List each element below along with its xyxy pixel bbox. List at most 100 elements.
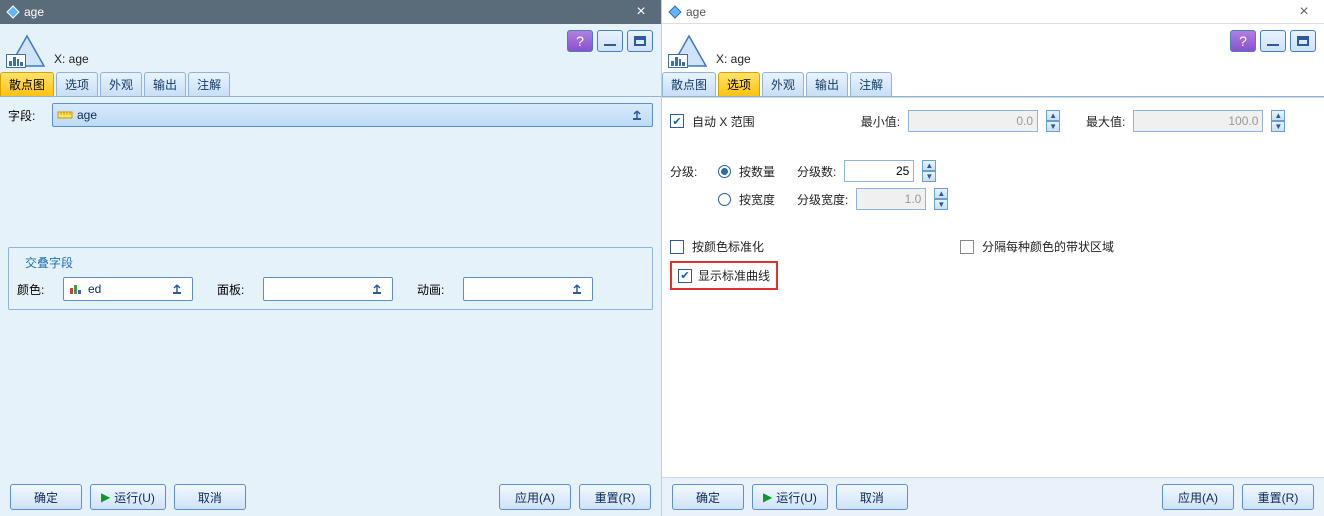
min-input[interactable]: 0.0 [908, 110, 1038, 132]
tab-options[interactable]: 选项 [718, 72, 760, 96]
histogram-icon [668, 54, 688, 68]
ruler-icon [57, 107, 73, 123]
node-icon [670, 34, 708, 68]
tab-appearance[interactable]: 外观 [762, 72, 804, 96]
spin-up-icon[interactable]: ▲ [1046, 110, 1060, 121]
ok-button[interactable]: 确定 [672, 484, 744, 510]
cancel-button[interactable]: 取消 [836, 484, 908, 510]
ok-button[interactable]: 确定 [10, 484, 82, 510]
reset-button[interactable]: 重置(R) [1242, 484, 1314, 510]
help-button[interactable]: ? [1230, 30, 1256, 52]
tab-output[interactable]: 输出 [144, 72, 186, 96]
maximize-button[interactable] [627, 30, 653, 52]
spin-up-icon[interactable]: ▲ [1271, 110, 1285, 121]
tab-body: 字段: age 交叠字段 颜色: ed [0, 97, 661, 478]
tabs: 散点图 选项 外观 输出 注解 [0, 72, 661, 97]
auto-x-range-checkbox[interactable] [670, 114, 684, 128]
titlebar: age × [662, 0, 1324, 24]
play-icon: ▶ [763, 490, 772, 504]
highlight-box: 显示标准曲线 [670, 261, 778, 290]
panel-select[interactable] [263, 277, 393, 301]
run-button[interactable]: ▶运行(U) [752, 484, 828, 510]
max-input[interactable]: 100.0 [1133, 110, 1263, 132]
bars-icon [68, 281, 84, 297]
minimize-button[interactable] [597, 30, 623, 52]
by-count-label: 按数量 [739, 163, 775, 180]
footer: 确定 ▶运行(U) 取消 应用(A) 重置(R) [662, 477, 1324, 516]
tab-annotation[interactable]: 注解 [850, 72, 892, 96]
histogram-icon [6, 54, 26, 68]
crossfield-group: 交叠字段 颜色: ed 面板: [8, 247, 653, 310]
bin-width-input[interactable]: 1.0 [856, 188, 926, 210]
panel-label: 面板: [217, 281, 257, 298]
cancel-button[interactable]: 取消 [174, 484, 246, 510]
left-window: age × ? X: age 散点图 选项 外观 输出 注解 [0, 0, 662, 516]
close-icon[interactable]: × [627, 2, 655, 22]
right-window: age × ? X: age 散点图 选项 外观 输出 注解 [662, 0, 1324, 516]
bin-count-spinner[interactable]: ▲▼ [922, 160, 936, 182]
spin-up-icon[interactable]: ▲ [922, 160, 936, 171]
show-normal-curve-label: 显示标准曲线 [698, 267, 770, 284]
window-title: age [682, 5, 1290, 19]
spin-down-icon[interactable]: ▼ [934, 199, 948, 210]
dropdown-icon[interactable] [568, 282, 588, 296]
normalize-by-color-checkbox[interactable] [670, 240, 684, 254]
tab-output[interactable]: 输出 [806, 72, 848, 96]
run-button[interactable]: ▶运行(U) [90, 484, 166, 510]
help-button[interactable]: ? [567, 30, 593, 52]
node-icon [8, 34, 46, 68]
field-select[interactable]: age [52, 103, 653, 127]
binning-label: 分级: [670, 163, 710, 180]
color-select[interactable]: ed [63, 277, 193, 301]
window-title: age [20, 5, 627, 19]
minimize-button[interactable] [1260, 30, 1286, 52]
bin-count-input[interactable]: 25 [844, 160, 914, 182]
normalize-by-color-label: 按颜色标准化 [692, 238, 764, 255]
anim-select[interactable] [463, 277, 593, 301]
tab-appearance[interactable]: 外观 [100, 72, 142, 96]
apply-button[interactable]: 应用(A) [499, 484, 571, 510]
by-count-radio[interactable] [718, 165, 731, 178]
tab-scatter[interactable]: 散点图 [0, 72, 54, 96]
titlebar: age × [0, 0, 661, 24]
tab-scatter[interactable]: 散点图 [662, 72, 716, 96]
min-spinner[interactable]: ▲▼ [1046, 110, 1060, 132]
color-label: 颜色: [17, 281, 57, 298]
footer: 确定 ▶运行(U) 取消 应用(A) 重置(R) [0, 478, 661, 516]
min-label: 最小值: [861, 113, 900, 130]
app-icon [668, 5, 682, 19]
anim-label: 动画: [417, 281, 457, 298]
show-normal-curve-checkbox[interactable] [678, 269, 692, 283]
play-icon: ▶ [101, 490, 110, 504]
header-area: ? X: age [0, 24, 661, 72]
dropdown-icon[interactable] [368, 282, 388, 296]
bin-width-label: 分级宽度: [797, 191, 848, 208]
spin-down-icon[interactable]: ▼ [1271, 121, 1285, 132]
reset-button[interactable]: 重置(R) [579, 484, 651, 510]
max-spinner[interactable]: ▲▼ [1271, 110, 1285, 132]
separate-bands-label: 分隔每种颜色的带状区域 [982, 238, 1114, 255]
header-toolbar: ? [567, 30, 653, 52]
color-value: ed [88, 282, 168, 296]
maximize-button[interactable] [1290, 30, 1316, 52]
auto-x-range-label: 自动 X 范围 [692, 113, 755, 130]
spin-down-icon[interactable]: ▼ [1046, 121, 1060, 132]
tabs: 散点图 选项 外观 输出 注解 [662, 72, 1324, 97]
bin-width-spinner[interactable]: ▲▼ [934, 188, 948, 210]
tab-options[interactable]: 选项 [56, 72, 98, 96]
close-icon[interactable]: × [1290, 2, 1318, 22]
dropdown-icon[interactable] [168, 282, 188, 296]
spin-up-icon[interactable]: ▲ [934, 188, 948, 199]
spin-down-icon[interactable]: ▼ [922, 171, 936, 182]
tab-annotation[interactable]: 注解 [188, 72, 230, 96]
by-width-label: 按宽度 [739, 191, 775, 208]
crossfield-legend: 交叠字段 [21, 254, 77, 271]
apply-button[interactable]: 应用(A) [1162, 484, 1234, 510]
field-label: 字段: [8, 107, 48, 124]
dropdown-icon[interactable] [628, 108, 648, 122]
separate-bands-checkbox[interactable] [960, 240, 974, 254]
max-label: 最大值: [1086, 113, 1125, 130]
bin-count-label: 分级数: [797, 163, 836, 180]
by-width-radio[interactable] [718, 193, 731, 206]
x-field-label: X: age [54, 52, 89, 68]
